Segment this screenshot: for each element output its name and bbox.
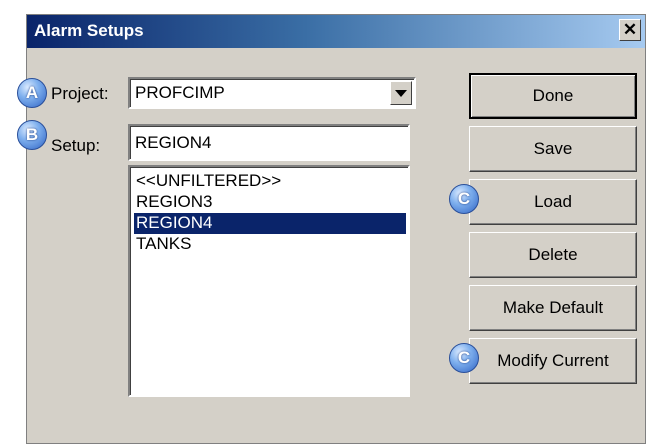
done-button[interactable]: Done xyxy=(469,73,637,119)
list-item-region3[interactable]: REGION3 xyxy=(134,192,406,213)
delete-button[interactable]: Delete xyxy=(469,232,637,278)
make-default-button[interactable]: Make Default xyxy=(469,285,637,331)
list-item-tanks[interactable]: TANKS xyxy=(134,234,406,255)
callout-marker-a: A xyxy=(17,78,47,108)
project-value: PROFCIMP xyxy=(135,83,225,102)
load-button[interactable]: Load xyxy=(469,179,637,225)
alarm-setups-dialog: Alarm Setups ✕ Project: PROFCIMP Setup: … xyxy=(26,14,646,444)
callout-marker-c-load: C xyxy=(449,184,479,214)
setup-value: REGION4 xyxy=(135,133,212,152)
project-dropdown[interactable]: PROFCIMP xyxy=(128,77,416,109)
callout-marker-b: B xyxy=(17,120,47,150)
list-item-unfiltered[interactable]: <<UNFILTERED>> xyxy=(134,171,406,192)
setup-input[interactable]: REGION4 xyxy=(128,124,410,161)
window-title: Alarm Setups xyxy=(34,21,144,40)
chevron-down-icon xyxy=(395,90,407,97)
callout-marker-c-modify: C xyxy=(449,343,479,373)
project-label: Project: xyxy=(51,84,109,103)
project-dropdown-button[interactable] xyxy=(390,81,412,105)
modify-current-button[interactable]: Modify Current xyxy=(469,338,637,384)
setup-label: Setup: xyxy=(51,136,101,155)
close-icon: ✕ xyxy=(622,20,638,39)
close-button[interactable]: ✕ xyxy=(619,19,641,41)
list-item-region4[interactable]: REGION4 xyxy=(134,213,406,234)
setups-listbox[interactable]: <<UNFILTERED>> REGION3 REGION4 TANKS xyxy=(128,165,410,397)
title-bar: Alarm Setups ✕ xyxy=(27,15,645,48)
save-button[interactable]: Save xyxy=(469,126,637,172)
